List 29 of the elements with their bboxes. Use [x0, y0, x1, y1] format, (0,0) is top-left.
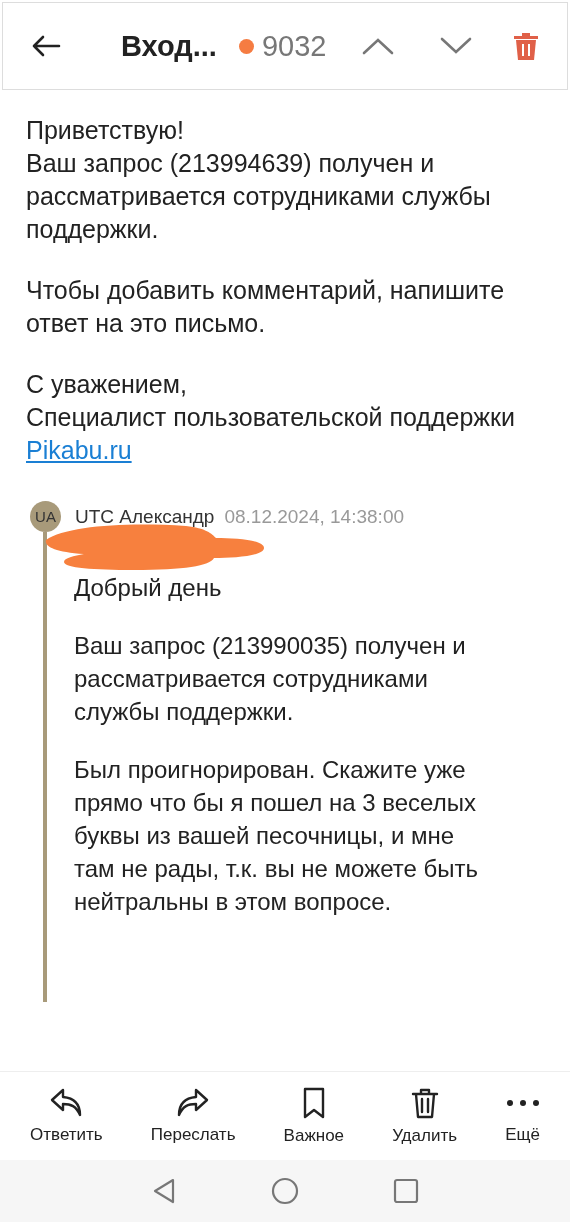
- circle-icon: [271, 1177, 299, 1205]
- triangle-icon: [151, 1177, 177, 1205]
- trash-icon: [409, 1086, 440, 1120]
- delete-button[interactable]: Удалить: [388, 1082, 462, 1150]
- reply-icon: [49, 1087, 84, 1119]
- quoted-paragraph: Ваш запрос (213990035) получен и рассматривается сотрудниками службы поддержки.: [74, 631, 467, 727]
- message-paragraph: Приветствую! Ваш запрос (213994639) получен и рассматривается сотрудниками службы поддержки.: [26, 115, 492, 245]
- message-paragraph: С уважением, Специалист пользовательской поддержки: [26, 369, 516, 433]
- unread-dot-icon: [238, 38, 254, 54]
- reply-button[interactable]: Ответить: [26, 1083, 107, 1149]
- quoted-paragraph: Был проигнорирован. Скажите уже прямо что бы я пошел на 3 веселых буквы из вашей песочницы, и мне там не рады, т.к. вы не можете быть нейтральны в этом вопросе.: [74, 755, 478, 917]
- chevron-up-icon: [362, 37, 395, 55]
- sender-avatar: UA: [30, 501, 61, 532]
- message-date: 08.12.2024, 14:38:00: [224, 505, 404, 528]
- more-button[interactable]: Ещё: [501, 1083, 544, 1149]
- site-link[interactable]: Pikabu.ru: [26, 434, 132, 467]
- chevron-down-icon: [440, 37, 473, 55]
- square-icon: [393, 1178, 419, 1204]
- more-icon: [506, 1100, 539, 1106]
- forward-icon: [176, 1087, 211, 1119]
- sender-name: UTC Александр: [75, 505, 215, 528]
- back-arrow-icon: [31, 34, 61, 58]
- forward-button[interactable]: Переслать: [146, 1083, 240, 1149]
- trash-icon: [513, 30, 539, 62]
- message-paragraph: Чтобы добавить комментарий, напишите ответ на это письмо.: [26, 275, 506, 339]
- folder-title: Вход...: [121, 29, 217, 63]
- bookmark-button[interactable]: Важное: [279, 1082, 349, 1150]
- unread-count: 9032: [261, 29, 327, 63]
- quoted-paragraph: Добрый день: [74, 573, 223, 603]
